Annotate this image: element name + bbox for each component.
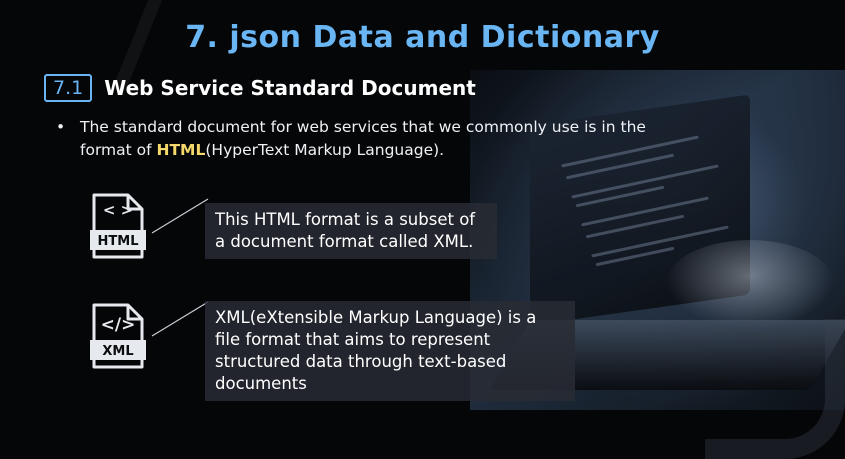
slide-title: 7. json Data and Dictionary: [185, 20, 660, 55]
bullet-highlight-html: HTML: [156, 141, 206, 159]
bullet-text: The standard document for web services t…: [56, 116, 646, 162]
callout-pointer: [151, 301, 209, 337]
xml-file-icon: </> XML: [90, 302, 146, 370]
section-title: Web Service Standard Document: [104, 76, 476, 100]
typing-hand: [665, 240, 835, 330]
bullet-point: • The standard document for web services…: [56, 116, 646, 162]
section-header: 7.1 Web Service Standard Document: [44, 74, 476, 102]
html-icon-label: HTML: [98, 234, 139, 249]
corner-decoration: [705, 319, 845, 459]
callout-pointer: [151, 198, 209, 234]
xml-icon-symbol: </>: [101, 315, 136, 335]
section-number: 7.1: [44, 74, 93, 102]
xml-icon-label: XML: [102, 344, 133, 359]
xml-callout: XML(eXtensible Markup Language) is a fil…: [205, 301, 575, 401]
html-file-icon: < > HTML: [90, 192, 146, 260]
bullet-text-after: (HyperText Markup Language).: [205, 141, 445, 159]
html-callout: This HTML format is a subset of a docume…: [205, 203, 497, 259]
html-icon-symbol: < >: [103, 201, 133, 219]
bullet-marker: •: [56, 118, 66, 136]
